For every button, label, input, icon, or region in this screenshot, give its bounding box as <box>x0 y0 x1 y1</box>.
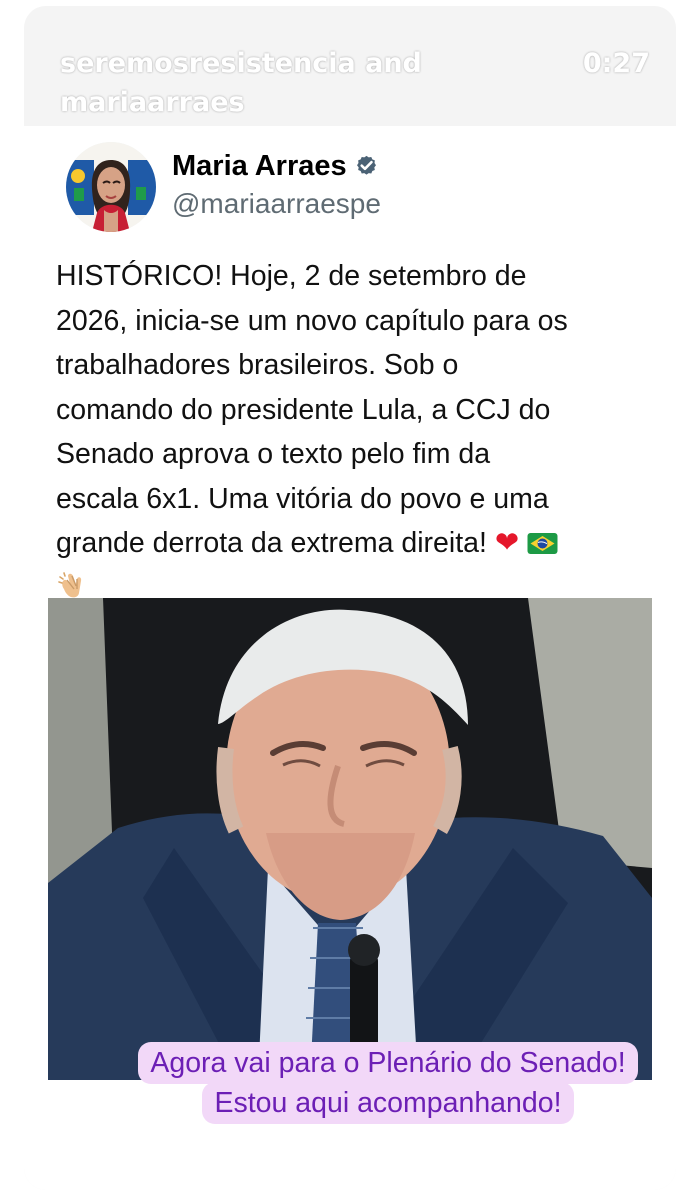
story-header: seremosresistencia and mariaarraes 0:27 <box>60 44 650 122</box>
tweet-card: Maria Arraes @mariaarraespe HISTÓRICO! H… <box>24 126 676 1190</box>
story-users[interactable]: seremosresistencia and mariaarraes <box>60 44 530 122</box>
tweet-text-line: 2026, inicia-se um novo capítulo para os <box>56 304 568 337</box>
tweet-text-line: trabalhadores brasileiros. Sob o <box>56 349 459 381</box>
tweet-text-line: HISTÓRICO! Hoje, 2 de setembro de <box>56 260 527 292</box>
brazil-flag-icon <box>527 533 558 554</box>
author-handle[interactable]: @mariaarraespe <box>172 188 381 220</box>
clapping-hands-icon <box>58 571 82 597</box>
video-thumbnail[interactable] <box>48 598 652 1080</box>
story-caption-line-1[interactable]: Agora vai para o Plenário do Senado! <box>98 1042 676 1084</box>
heart-icon: ❤ <box>494 527 520 559</box>
caption-text[interactable]: Estou aqui acompanhando! <box>202 1082 574 1124</box>
senator-photo <box>48 598 652 1080</box>
author-name-row[interactable]: Maria Arraes <box>172 150 379 183</box>
story-frame: seremosresistencia and mariaarraes 0:27 … <box>24 6 676 1190</box>
avatar[interactable] <box>66 142 156 232</box>
verified-badge-icon <box>356 155 376 175</box>
caption-text[interactable]: Agora vai para o Plenário do Senado! <box>138 1042 638 1084</box>
tweet-text-line: escala 6x1. Uma vitória do povo e uma <box>56 482 549 515</box>
story-caption-line-2[interactable]: Estou aqui acompanhando! <box>98 1082 676 1124</box>
tweet-text: HISTÓRICO! Hoje, 2 de setembro de 2026, … <box>56 254 654 610</box>
tweet-text-line-with-emojis: grande derrota da extrema direita! ❤ <box>56 521 654 566</box>
tweet-text-line: grande derrota da extrema direita! <box>56 527 487 559</box>
story-time: 0:27 <box>582 48 650 79</box>
avatar-image <box>66 142 156 232</box>
tweet-text-line: Senado aprova o texto pelo fim da <box>56 438 491 470</box>
author-name[interactable]: Maria Arraes <box>172 150 347 183</box>
tweet-text-line: comando do presidente Lula, a CCJ do <box>56 393 551 426</box>
